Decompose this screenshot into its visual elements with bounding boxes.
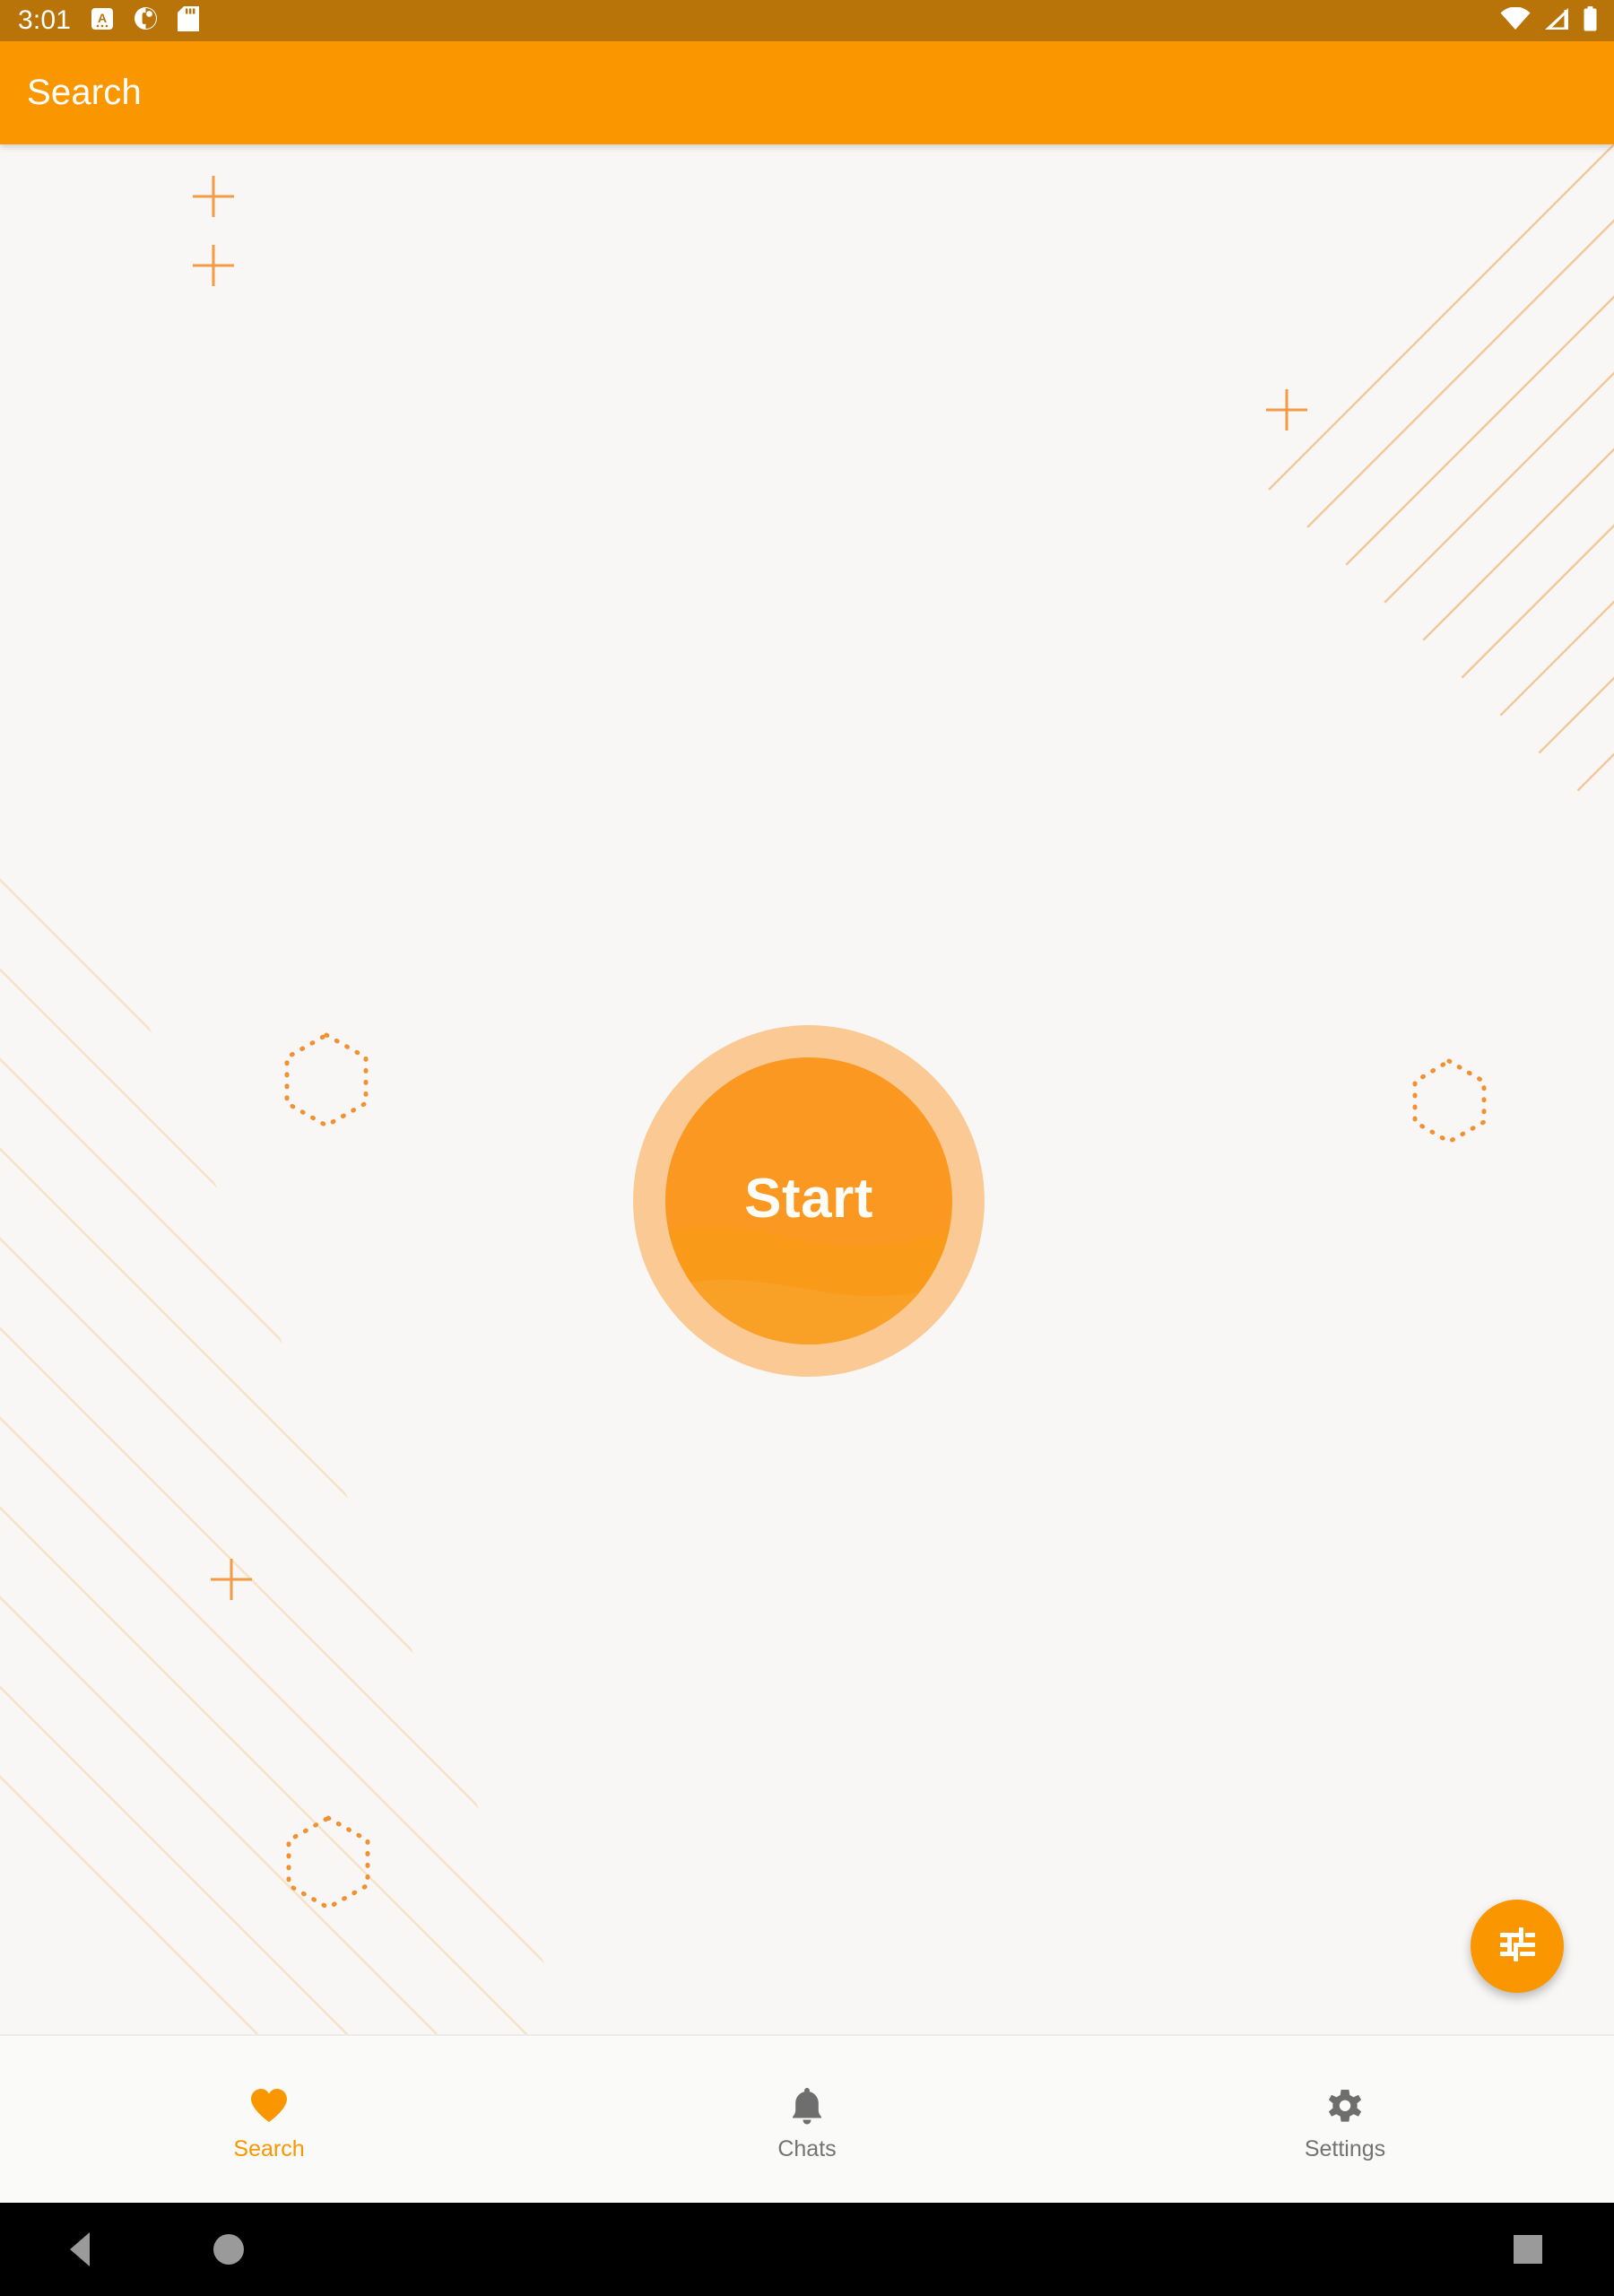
app-badge-a-icon: A — [91, 7, 114, 35]
start-button-face: Start — [665, 1057, 952, 1344]
circle-pie-icon — [134, 6, 158, 35]
plus-mark-decoration — [193, 245, 234, 286]
nav-tab-chats[interactable]: Chats — [538, 2036, 1076, 2203]
search-content-area: Start — [0, 144, 1614, 2034]
app-bar: Search — [0, 41, 1614, 144]
sd-card-icon — [178, 5, 200, 36]
status-bar-left-group: 3:01 A — [0, 5, 200, 36]
nav-tab-settings-label: Settings — [1304, 2135, 1386, 2161]
status-bar-clock: 3:01 — [18, 5, 72, 35]
plus-mark-decoration — [193, 176, 234, 217]
recents-button[interactable] — [1514, 2235, 1542, 2264]
nav-tab-search[interactable]: Search — [0, 2036, 538, 2203]
back-button[interactable] — [70, 2232, 90, 2266]
cellular-signal-icon — [1543, 7, 1570, 35]
page-title: Search — [27, 73, 142, 112]
battery-icon — [1583, 5, 1598, 36]
filter-fab-button[interactable] — [1471, 1900, 1564, 1993]
start-button[interactable]: Start — [633, 1025, 985, 1377]
status-bar-right-group — [1500, 0, 1598, 41]
status-bar: 3:01 A — [0, 0, 1614, 41]
android-system-navigation-bar — [0, 2203, 1614, 2296]
nav-tab-settings[interactable]: Settings — [1076, 2036, 1614, 2203]
plus-mark-decoration — [1266, 389, 1307, 430]
plus-mark-decoration — [211, 1559, 252, 1600]
nav-tab-search-label: Search — [233, 2135, 305, 2161]
wifi-icon — [1500, 6, 1531, 35]
bell-icon — [789, 2084, 825, 2127]
home-button[interactable] — [213, 2234, 244, 2265]
tune-sliders-icon — [1494, 1921, 1540, 1972]
svg-text:A: A — [98, 11, 107, 25]
bottom-navigation-bar: Search Chats Settings — [0, 2034, 1614, 2203]
heart-icon — [249, 2084, 289, 2127]
phone-screen: 3:01 A Search Start Search Chats Setting… — [0, 0, 1614, 2296]
start-button-label: Start — [744, 1167, 873, 1230]
gear-icon — [1326, 2084, 1364, 2127]
nav-tab-chats-label: Chats — [777, 2135, 837, 2161]
